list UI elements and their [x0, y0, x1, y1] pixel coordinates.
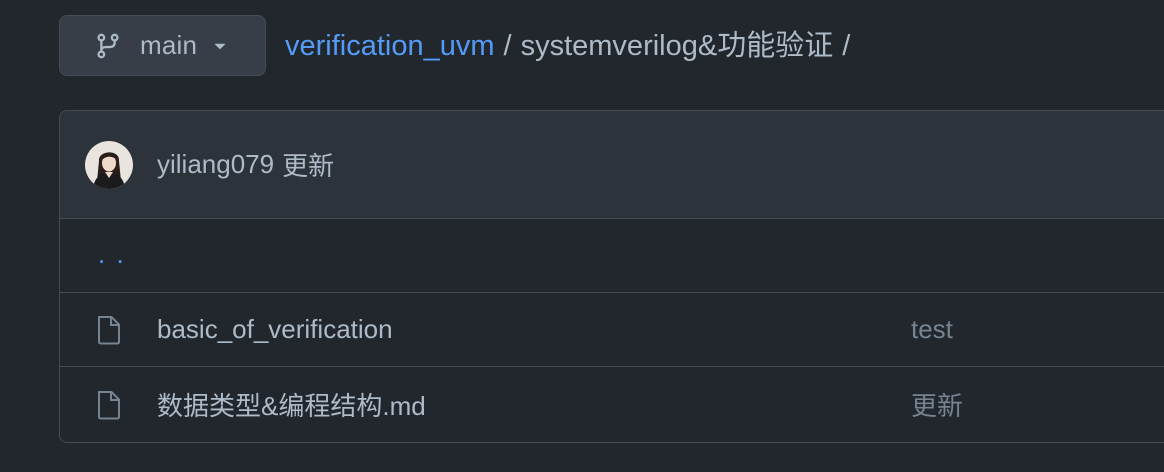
- file-name-link[interactable]: 数据类型&编程结构.md: [157, 386, 426, 423]
- breadcrumb-current-folder: systemverilog&功能验证: [520, 30, 834, 62]
- file-commit-message[interactable]: 更新: [911, 386, 963, 423]
- breadcrumb: verification_uvm / systemverilog&功能验证 /: [285, 28, 859, 64]
- breadcrumb-separator: /: [503, 30, 512, 62]
- file-list: yiliang079 更新 . . basic_of_verification …: [59, 110, 1164, 443]
- breadcrumb-repo-link[interactable]: verification_uvm: [285, 28, 495, 64]
- parent-directory-link[interactable]: . .: [98, 239, 126, 270]
- repo-file-browser: main verification_uvm / systemverilog&功能…: [0, 0, 1164, 472]
- file-commit-message[interactable]: test: [911, 314, 953, 345]
- latest-commit-row: yiliang079 更新: [60, 111, 1164, 219]
- file-icon: [96, 315, 122, 345]
- file-name-link[interactable]: basic_of_verification: [157, 314, 393, 345]
- file-icon: [96, 390, 122, 420]
- caret-down-icon: [211, 37, 229, 55]
- branch-select-button[interactable]: main: [59, 15, 266, 76]
- breadcrumb-separator: /: [842, 30, 851, 62]
- user-avatar[interactable]: [85, 140, 133, 189]
- commit-message[interactable]: 更新: [282, 146, 334, 183]
- git-branch-icon: [94, 32, 122, 60]
- commit-author[interactable]: yiliang079: [157, 149, 274, 180]
- file-row[interactable]: basic_of_verification test: [60, 293, 1164, 367]
- parent-directory-row[interactable]: . .: [60, 219, 1164, 293]
- branch-name: main: [140, 30, 198, 60]
- file-row[interactable]: 数据类型&编程结构.md 更新: [60, 367, 1164, 442]
